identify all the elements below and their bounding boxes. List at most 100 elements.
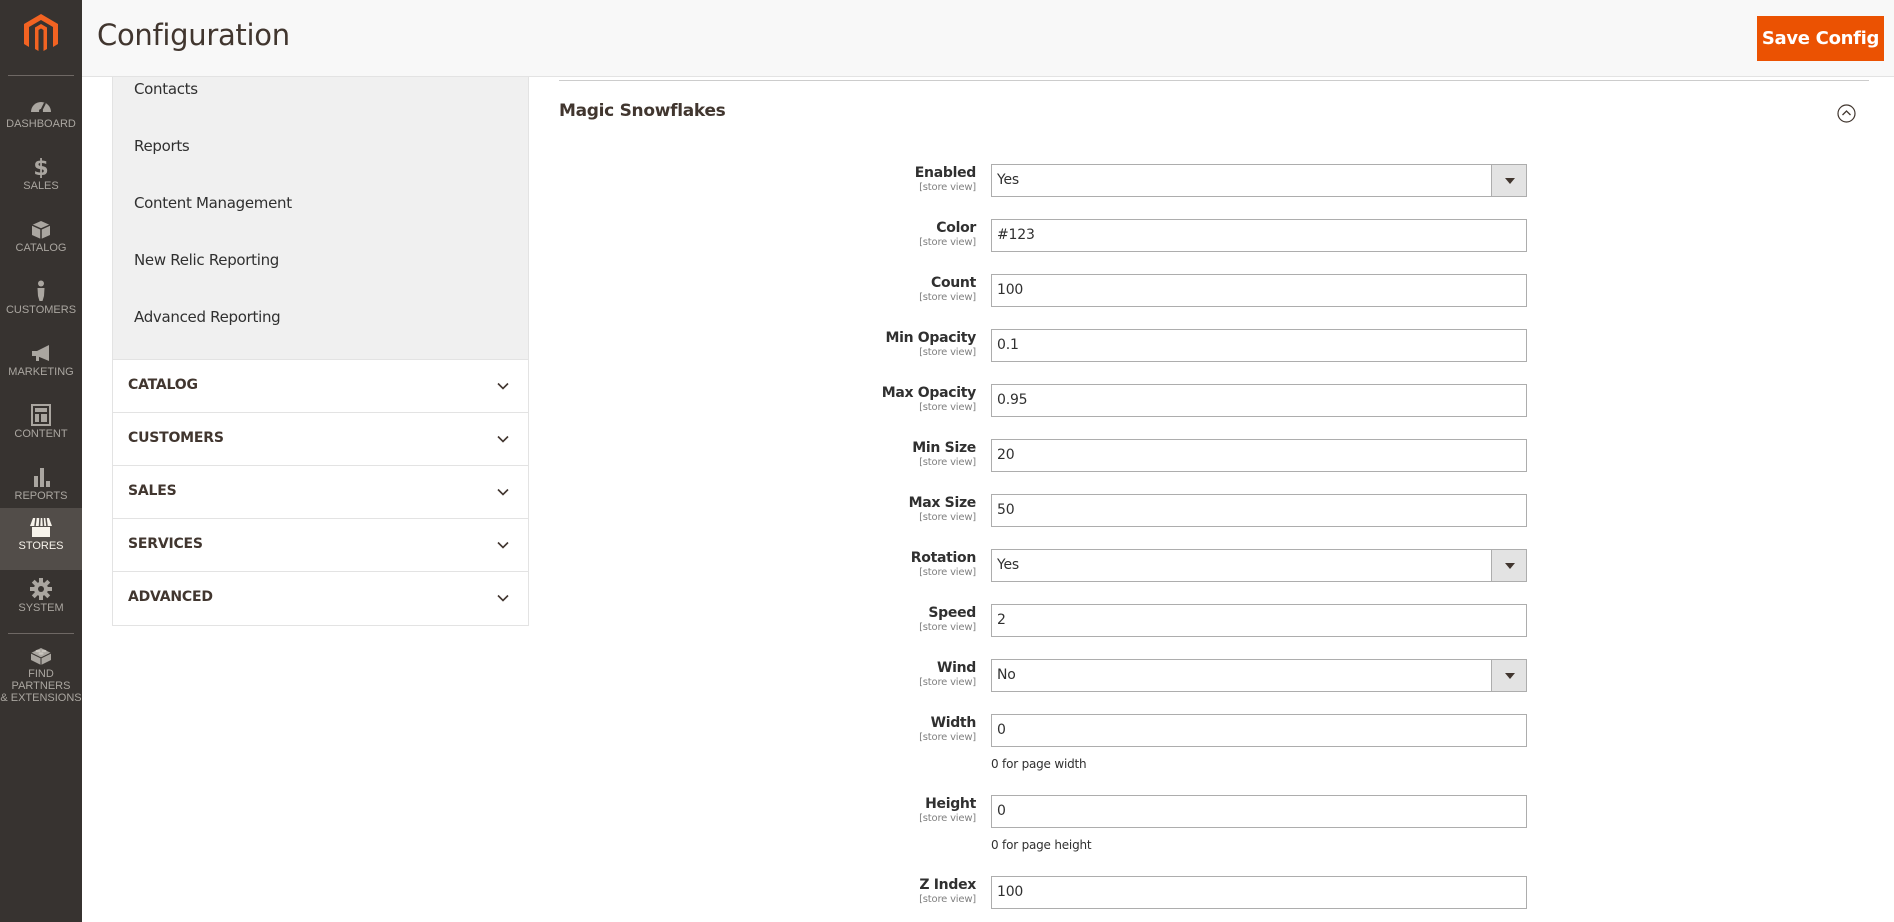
nav-separator (8, 75, 74, 76)
dashboard-gauge-icon (31, 102, 51, 113)
field-scope: [store view] (919, 677, 976, 688)
dropdown-arrow-icon[interactable] (1491, 660, 1526, 691)
config-tab-advanced-reporting[interactable]: Advanced Reporting (134, 308, 281, 326)
nav-item-content[interactable]: CONTENT (0, 396, 82, 458)
count-input[interactable]: 100 (991, 274, 1527, 307)
field-label: Z Index [store view] (919, 877, 976, 906)
enabled-select[interactable]: Yes (991, 164, 1527, 197)
field-wind: Wind [store view] No (860, 659, 1560, 693)
field-scope: [store view] (919, 237, 976, 248)
max-opacity-input[interactable]: 0.95 (991, 384, 1527, 417)
width-input[interactable]: 0 (991, 714, 1527, 747)
field-label-text: Z Index (919, 877, 976, 893)
config-tabs-panel: Contacts Reports Content Management New … (112, 77, 529, 626)
nav-item-label: MARKETING (8, 366, 74, 378)
field-label-text: Max Size (908, 495, 977, 511)
field-label-text: Rotation (910, 550, 977, 566)
field-label-text: Wind (936, 660, 976, 676)
bar-chart-icon (34, 468, 50, 487)
nav-item-label: CONTENT (14, 428, 68, 440)
z-index-input[interactable]: 100 (991, 876, 1527, 909)
nav-item-find-partners[interactable]: FIND PARTNERS & EXTENSIONS (0, 636, 82, 708)
nav-item-label-line2: & EXTENSIONS (0, 692, 82, 704)
field-label: Max Opacity [store view] (881, 385, 977, 414)
save-config-button[interactable]: Save Config (1757, 16, 1884, 61)
nav-item-customers[interactable]: CUSTOMERS (0, 272, 82, 334)
field-label-text: Speed (928, 605, 976, 621)
field-label: Height [store view] (919, 796, 976, 825)
nav-item-label: SYSTEM (18, 602, 64, 614)
field-scope: [store view] (919, 732, 976, 743)
section-title: SERVICES (128, 536, 203, 552)
field-z-index: Z Index [store view] 100 (860, 876, 1560, 910)
config-section-services[interactable]: SERVICES (113, 519, 528, 572)
chevron-down-icon (497, 541, 509, 549)
field-label: Rotation [store view] (910, 550, 977, 579)
dollar-icon: $ (33, 156, 48, 178)
chevron-down-icon (497, 435, 509, 443)
box-icon (31, 221, 51, 239)
config-tab-contacts[interactable]: Contacts (134, 80, 198, 98)
min-size-input[interactable]: 20 (991, 439, 1527, 472)
nav-item-system[interactable]: SYSTEM (0, 570, 82, 632)
layout-icon (31, 404, 51, 426)
nav-item-catalog[interactable]: CATALOG (0, 210, 82, 272)
config-section-catalog[interactable]: CATALOG (113, 360, 528, 413)
field-label: Max Size [store view] (908, 495, 977, 524)
field-label-text: Width (930, 715, 977, 731)
nav-separator (8, 633, 74, 634)
field-scope: [store view] (919, 292, 976, 303)
dropdown-arrow-icon[interactable] (1491, 550, 1526, 581)
config-tab-content-management[interactable]: Content Management (134, 194, 292, 212)
nav-item-label: CATALOG (15, 242, 67, 254)
nav-item-sales[interactable]: $ SALES (0, 148, 82, 210)
person-icon (37, 280, 45, 301)
fieldset-title[interactable]: Magic Snowflakes (559, 101, 726, 121)
nav-item-label: DASHBOARD (6, 118, 76, 130)
config-section-sales[interactable]: SALES (113, 466, 528, 519)
field-scope: [store view] (919, 813, 976, 824)
field-speed: Speed [store view] 2 (860, 604, 1560, 638)
field-label: Wind [store view] (919, 660, 976, 689)
field-label: Width [store view] (919, 715, 976, 744)
config-section-customers[interactable]: CUSTOMERS (113, 413, 528, 466)
field-label: Min Opacity [store view] (885, 330, 976, 359)
wind-select[interactable]: No (991, 659, 1527, 692)
page-title: Configuration (97, 18, 290, 52)
field-rotation: Rotation [store view] Yes (860, 549, 1560, 583)
field-label-text: Count (930, 275, 976, 291)
collapse-chevron-up-icon[interactable] (1837, 104, 1856, 123)
field-label: Color [store view] (919, 220, 976, 249)
config-tab-new-relic-reporting[interactable]: New Relic Reporting (134, 251, 279, 269)
field-scope: [store view] (919, 182, 976, 193)
color-input[interactable]: #123 (991, 219, 1527, 252)
field-scope: [store view] (919, 622, 976, 633)
nav-item-stores[interactable]: STORES (0, 508, 82, 570)
height-input[interactable]: 0 (991, 795, 1527, 828)
min-opacity-input[interactable]: 0.1 (991, 329, 1527, 362)
field-scope: [store view] (919, 894, 976, 905)
field-label: Enabled [store view] (914, 165, 977, 194)
field-label-text: Max Opacity (881, 385, 977, 401)
field-enabled: Enabled [store view] Yes (860, 164, 1560, 198)
magento-logo-icon[interactable] (20, 12, 62, 54)
field-label-text: Min Size (912, 440, 976, 456)
advanced-subsection-list: Contacts Reports Content Management New … (113, 77, 528, 360)
nav-item-marketing[interactable]: MARKETING (0, 334, 82, 396)
nav-item-dashboard[interactable]: DASHBOARD (0, 86, 82, 148)
select-value: Yes (997, 172, 1019, 188)
field-label-text: Enabled (914, 165, 977, 181)
section-title: SALES (128, 483, 177, 499)
speed-input[interactable]: 2 (991, 604, 1527, 637)
nav-item-label: FIND PARTNERS (11, 668, 71, 692)
field-note: 0 for page height (991, 838, 1092, 852)
svg-text:$: $ (33, 156, 48, 178)
config-section-advanced[interactable]: ADVANCED (113, 572, 528, 625)
max-size-input[interactable]: 50 (991, 494, 1527, 527)
field-label: Count [store view] (919, 275, 976, 304)
rotation-select[interactable]: Yes (991, 549, 1527, 582)
section-title: CUSTOMERS (128, 430, 224, 446)
config-tab-reports[interactable]: Reports (134, 137, 190, 155)
dropdown-arrow-icon[interactable] (1491, 165, 1526, 196)
lego-brick-icon (30, 648, 52, 665)
